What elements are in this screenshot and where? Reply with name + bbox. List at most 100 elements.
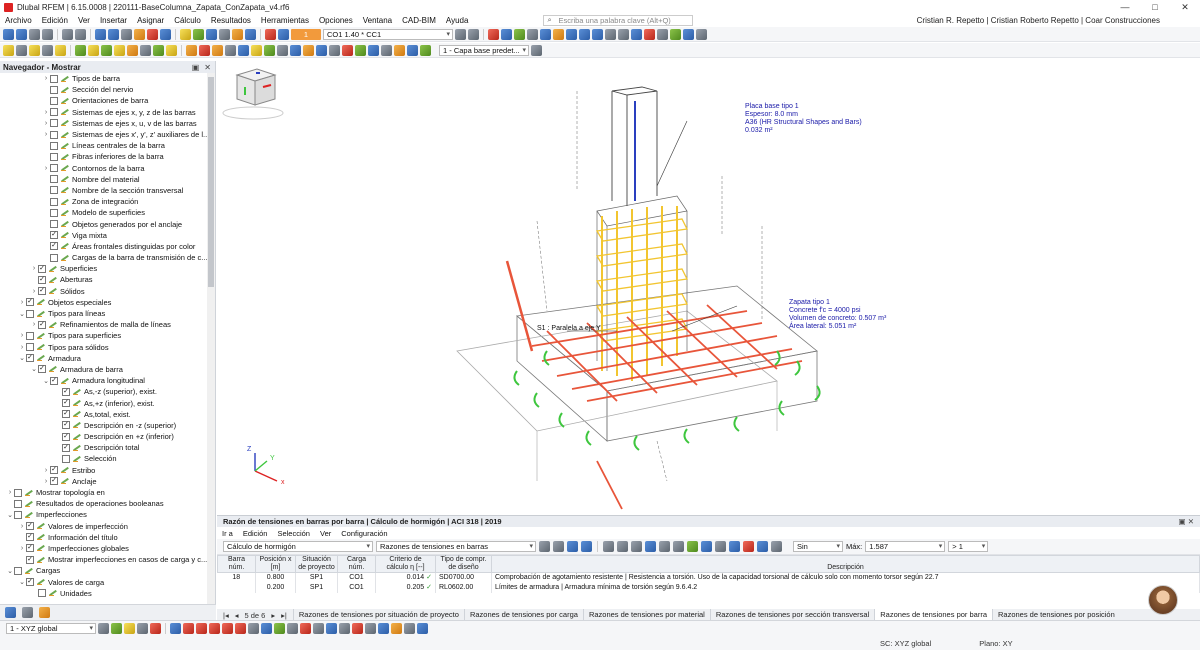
tree-item[interactable]: ⌄ Armadura xyxy=(0,353,215,364)
visibility-checkbox[interactable] xyxy=(38,365,46,374)
expand-arrow-icon[interactable]: › xyxy=(18,332,26,339)
iso-icon[interactable] xyxy=(553,28,564,40)
draw-polyline-icon[interactable] xyxy=(209,623,220,634)
tree-item[interactable]: Información del título xyxy=(0,532,215,543)
tree-item[interactable]: Resultados de operaciones booleanas xyxy=(0,498,215,509)
maximize-button[interactable]: □ xyxy=(1140,0,1170,14)
tree-item[interactable]: Fibras inferiores de la barra xyxy=(0,151,215,162)
expand-arrow-icon[interactable]: › xyxy=(18,344,26,351)
select-icon[interactable] xyxy=(3,44,14,56)
view-x-icon[interactable] xyxy=(566,28,577,40)
table-icon[interactable] xyxy=(108,28,119,40)
copy-icon[interactable] xyxy=(42,44,53,56)
results-menu-ir-a[interactable]: Ir a xyxy=(217,529,238,538)
tree-item[interactable]: › Superficies xyxy=(0,263,215,274)
view-y-icon[interactable] xyxy=(579,28,590,40)
draw-dim-icon[interactable] xyxy=(261,623,272,634)
tree-item[interactable]: ⌄ Tipos para líneas xyxy=(0,308,215,319)
max-value-field[interactable]: 1.587 xyxy=(865,541,946,552)
hinge-icon[interactable] xyxy=(166,44,177,56)
visibility-checkbox[interactable] xyxy=(50,253,58,262)
expand-arrow-icon[interactable]: › xyxy=(18,299,26,306)
visibility-checkbox[interactable] xyxy=(50,152,58,161)
tree-item[interactable]: Selección xyxy=(0,453,215,464)
next-load-icon[interactable] xyxy=(468,28,479,40)
draw-spline-icon[interactable] xyxy=(222,623,233,634)
visibility-checkbox[interactable] xyxy=(50,197,58,206)
render-icon[interactable] xyxy=(631,28,642,40)
highlight-icon[interactable] xyxy=(180,28,191,40)
select-window-icon[interactable] xyxy=(16,44,27,56)
snap-icon[interactable] xyxy=(277,44,288,56)
layers-icon[interactable] xyxy=(368,44,379,56)
excel-icon[interactable] xyxy=(659,541,670,552)
draw-offset-icon[interactable] xyxy=(248,623,259,634)
visibility-checkbox[interactable] xyxy=(50,466,58,475)
draw-line-icon[interactable] xyxy=(170,623,181,634)
last-page-icon[interactable]: ▸| xyxy=(281,611,287,620)
next-icon[interactable] xyxy=(553,541,564,552)
visibility-checkbox[interactable] xyxy=(26,354,34,363)
layer-select[interactable]: 1 - Capa base predet... xyxy=(439,44,529,56)
filter-results-icon[interactable] xyxy=(701,541,712,552)
tree-item[interactable]: Orientaciones de barra xyxy=(0,95,215,106)
expand-arrow-icon[interactable]: › xyxy=(42,165,50,172)
tree-item[interactable]: As,+z (inferior), exist. xyxy=(0,397,215,408)
col-situacion[interactable]: Situación de proyecto xyxy=(295,555,338,573)
menu-opciones[interactable]: Opciones xyxy=(314,16,358,25)
tree-item[interactable]: › Estribo xyxy=(0,465,215,476)
surface-new-icon[interactable] xyxy=(114,44,125,56)
calculate-icon[interactable] xyxy=(134,28,145,40)
expand-arrow-icon[interactable]: › xyxy=(30,288,38,295)
visibility-checkbox[interactable] xyxy=(38,589,46,598)
tree-item[interactable]: › Sistemas de ejes x, u, v de las barras xyxy=(0,118,215,129)
tree-item[interactable]: › Contornos de la barra xyxy=(0,163,215,174)
tree-item[interactable]: ⌄ Armadura longitudinal xyxy=(0,375,215,386)
next-page-icon[interactable]: ▸ xyxy=(271,611,275,620)
tree-item[interactable]: › Anclaje xyxy=(0,476,215,487)
select-row-icon[interactable] xyxy=(581,541,592,552)
load-combination-select[interactable]: CO1 1.40 * CC1 xyxy=(323,28,453,40)
visibility-checkbox[interactable] xyxy=(26,331,34,340)
visibility-checkbox[interactable] xyxy=(26,578,34,587)
visibility-checkbox[interactable] xyxy=(14,566,22,575)
visibility-checkbox[interactable] xyxy=(38,264,46,273)
expand-arrow-icon[interactable]: › xyxy=(42,109,50,116)
visibility-checkbox[interactable] xyxy=(62,421,70,430)
member-load-icon[interactable] xyxy=(199,44,210,56)
tree-item[interactable]: Unidades xyxy=(0,588,215,599)
print-icon[interactable] xyxy=(42,28,53,40)
export-icon[interactable] xyxy=(407,44,418,56)
scrollbar-thumb[interactable] xyxy=(208,77,214,287)
expand-arrow-icon[interactable]: › xyxy=(42,478,50,485)
zoom-to-icon[interactable] xyxy=(729,541,740,552)
close-button[interactable]: ✕ xyxy=(1170,0,1200,14)
module-select[interactable]: Cálculo de hormigón xyxy=(223,541,373,552)
tree-item[interactable]: › Tipos para sólidos xyxy=(0,342,215,353)
results-menu-seleccion[interactable]: Selección xyxy=(272,529,315,538)
wireframe-icon[interactable] xyxy=(644,28,655,40)
sort-icon[interactable] xyxy=(567,541,578,552)
menu-archivo[interactable]: Archivo xyxy=(0,16,37,25)
visibility-checkbox[interactable] xyxy=(50,85,58,94)
columns-icon[interactable] xyxy=(617,541,628,552)
navigator-scrollbar[interactable] xyxy=(207,73,215,604)
result-type-select[interactable]: Razones de tensiones en barras xyxy=(376,541,536,552)
guideline-icon[interactable] xyxy=(264,44,275,56)
menu-calculo[interactable]: Cálculo xyxy=(169,16,206,25)
visibility-checkbox[interactable] xyxy=(50,141,58,150)
open-file-icon[interactable] xyxy=(16,28,27,40)
visibility-checkbox[interactable] xyxy=(50,231,58,240)
search-results-icon[interactable] xyxy=(715,541,726,552)
visibility-checkbox[interactable] xyxy=(14,499,22,508)
tree-item[interactable]: As,total, exist. xyxy=(0,409,215,420)
menu-herramientas[interactable]: Herramientas xyxy=(256,16,314,25)
tree-item[interactable]: › Mostrar topología en xyxy=(0,487,215,498)
surfaces-icon[interactable] xyxy=(232,28,243,40)
support-icon[interactable] xyxy=(153,44,164,56)
zoom-all-icon[interactable] xyxy=(618,28,629,40)
visibility-checkbox[interactable] xyxy=(62,432,70,441)
redo-icon[interactable] xyxy=(75,28,86,40)
visibility-checkbox[interactable] xyxy=(38,320,46,329)
tree-item[interactable]: › Refinamientos de malla de líneas xyxy=(0,319,215,330)
